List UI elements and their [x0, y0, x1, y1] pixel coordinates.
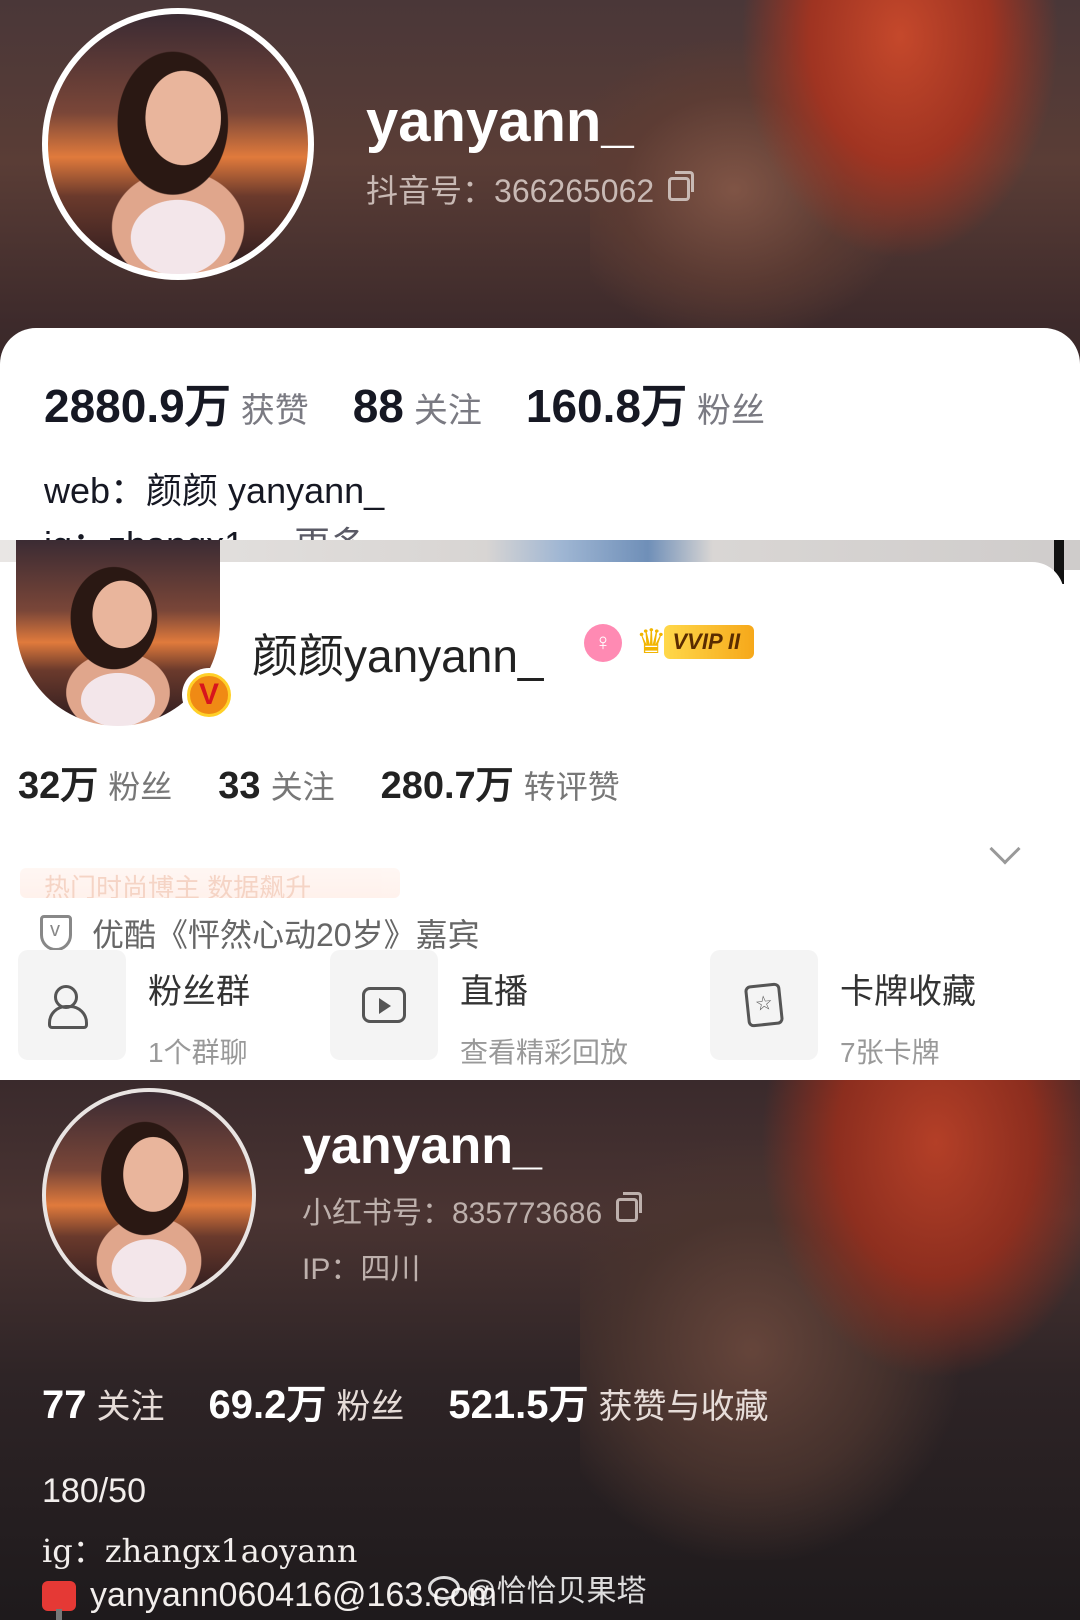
watermark: @恰恰贝果塔: [428, 1566, 646, 1610]
bio-line: ig：zhangx1更多: [44, 516, 366, 540]
shortcut-card-collection[interactable]: 卡牌收藏 7张卡牌: [710, 950, 976, 1071]
female-icon: ♀: [584, 624, 622, 662]
bio-line: 180/50: [42, 1472, 146, 1510]
hot-blogger-tag: 热门时尚博主 数据飙升: [20, 868, 400, 898]
account-id: 抖音号：366265062: [366, 173, 655, 209]
card-icon: [743, 982, 785, 1028]
mailbox-icon: [42, 1580, 76, 1620]
stat-likes-and-saves[interactable]: 521.5万 获赞与收藏: [448, 1372, 768, 1430]
stat-engagement[interactable]: 280.7万 转评赞: [381, 754, 620, 809]
stat-followers[interactable]: 69.2万 粉丝: [209, 1372, 405, 1430]
avatar[interactable]: V: [16, 540, 236, 726]
shortcut-fan-group[interactable]: 粉丝群 1个群聊: [18, 950, 250, 1071]
stats-row: 2880.9万 获赞 88 关注 160.8万 粉丝: [44, 370, 765, 436]
more-link[interactable]: 更多: [294, 524, 366, 540]
vip-badge[interactable]: ♛ VVIP II: [636, 622, 755, 662]
weibo-icon: [428, 1576, 460, 1600]
bio-line: web：颜颜 yanyann_: [44, 470, 385, 511]
account-id: 小红书号：835773686: [302, 1197, 603, 1230]
stat-followers[interactable]: 32万 粉丝: [18, 754, 172, 809]
username: yanyann_: [366, 89, 634, 154]
xiaohongshu-profile-panel: yanyann_ 小红书号：835773686 IP：四川 77 关注 69.2万…: [0, 1080, 1080, 1620]
verified-badge-icon: V: [182, 668, 236, 722]
stat-following[interactable]: 77 关注: [42, 1379, 165, 1428]
shortcut-live[interactable]: 直播 查看精彩回放: [330, 950, 628, 1071]
douyin-profile-panel: yanyann_ 抖音号：366265062 2880.9万 获赞 88 关注 16…: [0, 0, 1080, 540]
shortcut-row: 粉丝群 1个群聊 直播 查看精彩回放 卡牌收藏 7张卡牌: [18, 950, 1078, 1068]
ip-location: IP：四川: [302, 1253, 421, 1286]
account-id-row: 小红书号：835773686: [302, 1188, 643, 1232]
weibo-profile-panel: V 颜颜yanyann_ ♀ ♛ VVIP II 32万 粉丝 33 关注 280.…: [0, 540, 1080, 1080]
stat-likes[interactable]: 2880.9万 获赞: [44, 370, 309, 436]
stat-following[interactable]: 88 关注: [353, 379, 482, 433]
avatar-image: [48, 14, 308, 274]
account-id-row: 抖音号：366265062: [366, 166, 695, 212]
avatar[interactable]: [42, 8, 314, 280]
copy-icon[interactable]: [668, 171, 695, 201]
copy-icon[interactable]: [616, 1192, 643, 1222]
shield-icon: [40, 915, 72, 951]
stat-followers[interactable]: 160.8万 粉丝: [526, 370, 765, 436]
avatar-image: [46, 1092, 252, 1298]
group-icon: [48, 985, 96, 1029]
crown-icon: ♛: [636, 623, 667, 661]
username: 颜颜yanyann_: [252, 630, 544, 682]
background-hair: [760, 1080, 1080, 1380]
stats-row: 32万 粉丝 33 关注 280.7万 转评赞: [18, 754, 620, 809]
bio-line: ig：zhangx1aoyann: [42, 1532, 358, 1570]
stats-row: 77 关注 69.2万 粉丝 521.5万 获赞与收藏: [42, 1372, 768, 1430]
avatar[interactable]: [42, 1088, 256, 1302]
tv-icon: [362, 987, 406, 1023]
username: yanyann_: [302, 1117, 542, 1175]
background-hair: [740, 0, 1060, 260]
stat-following[interactable]: 33 关注: [218, 762, 334, 808]
